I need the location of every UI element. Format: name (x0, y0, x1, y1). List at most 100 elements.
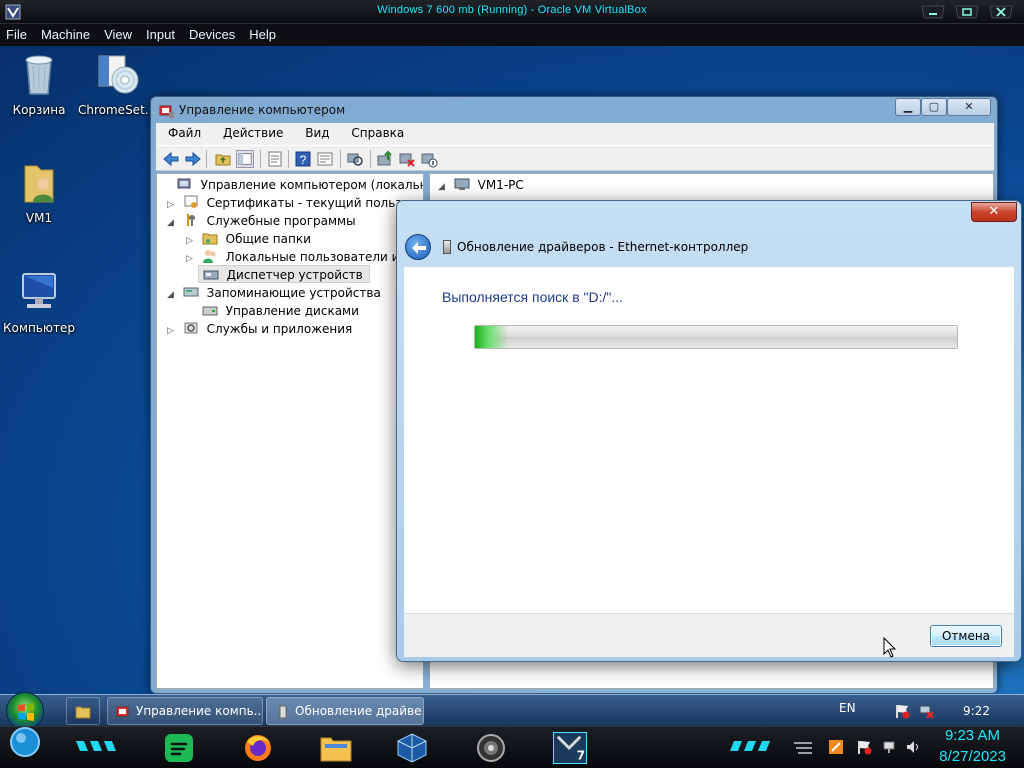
tree-item-device-manager[interactable]: Диспетчер устройств (198, 265, 370, 283)
file-explorer-icon[interactable] (319, 732, 353, 764)
tree-expander[interactable]: ▷ (186, 254, 198, 264)
tray-flag-icon[interactable] (856, 739, 872, 755)
certificate-icon (184, 195, 198, 208)
dialog-close-button[interactable]: ✕ (971, 202, 1017, 222)
dialog-body: Выполняется поиск в "D:/"... (404, 267, 1014, 613)
host-menu-view[interactable]: View (100, 24, 136, 46)
driver-update-dialog: ✕ Обновление драйверов - Ethernet-контро… (396, 200, 1022, 662)
host-maximize-icon[interactable] (952, 4, 982, 20)
taskbar-task-label: Управление компь... (136, 704, 263, 718)
computer-icon (454, 178, 470, 190)
tree-expander[interactable]: ▷ (167, 326, 179, 336)
export-list-icon[interactable] (316, 150, 334, 168)
tray-app-orange-icon[interactable] (828, 739, 844, 755)
search-progress-bar (474, 325, 958, 349)
tree-item-system-tools[interactable]: ◢ Служебные программы (167, 212, 356, 230)
host-menu-machine[interactable]: Machine (37, 24, 94, 46)
tree-item-storage[interactable]: ◢ Запоминающие устройства (167, 284, 381, 302)
host-clock-date[interactable]: 8/27/2023 (939, 748, 1006, 765)
tree-expander[interactable]: ▷ (186, 236, 198, 246)
firefox-icon[interactable] (241, 732, 275, 764)
back-arrow-icon (412, 242, 426, 254)
tree-expander[interactable]: ◢ (167, 218, 179, 228)
desktop-icon-vm1[interactable]: VM1 (0, 158, 78, 225)
device-tree-root[interactable]: ◢ VM1-PC (438, 176, 524, 194)
system-monitor-icon[interactable] (474, 732, 508, 764)
tray-network-icon[interactable] (882, 739, 898, 755)
tree-expander[interactable]: ▷ (167, 200, 179, 210)
minimize-icon: ▁ (903, 100, 913, 113)
windows7-vm-icon[interactable]: 7 (553, 732, 587, 764)
tray-clock[interactable]: 9:22 (963, 704, 990, 718)
search-status-text: Выполняется поиск в "D:/"... (442, 289, 624, 305)
tray-volume-icon[interactable] (905, 739, 921, 755)
tree-item-computer-management-root[interactable]: Управление компьютером (локальным) (161, 176, 423, 194)
menubar: Файл Действие Вид Справка (156, 123, 994, 145)
tree-item-label: Сертификаты - текущий пользователь (206, 196, 423, 210)
menu-help[interactable]: Справка (339, 123, 410, 140)
folder-icon (75, 706, 91, 719)
back-button[interactable] (405, 234, 431, 260)
tree-expander[interactable]: ◢ (438, 182, 450, 192)
tree-item-services-apps[interactable]: ▷ Службы и приложения (167, 320, 352, 338)
close-button[interactable]: ✕ (947, 98, 991, 116)
storage-icon (183, 287, 199, 297)
host-menu-help[interactable]: Help (245, 24, 280, 46)
host-close-icon[interactable] (986, 4, 1016, 20)
console-tree: Управление компьютером (локальным) ▷ Сер… (156, 173, 424, 689)
taskbar-task-driver-update[interactable]: Обновление драйве... (266, 697, 424, 725)
desktop-icon-computer[interactable]: Компьютер (0, 268, 78, 335)
host-dock: 7 9:23 AM 8/27/2023 (0, 726, 1024, 768)
action-center-flag-icon[interactable] (894, 703, 910, 719)
network-disconnected-icon[interactable] (918, 703, 934, 719)
menu-file[interactable]: Файл (156, 123, 207, 140)
host-minimize-icon[interactable] (918, 4, 948, 20)
user-folder-icon (24, 165, 54, 203)
uninstall-device-icon[interactable] (398, 150, 416, 168)
svg-text:?: ? (300, 153, 307, 167)
update-driver-icon[interactable] (376, 150, 394, 168)
back-arrow-icon[interactable] (162, 150, 180, 168)
tree-item-disk-management[interactable]: Управление дисками (198, 302, 359, 320)
close-icon: ✕ (964, 100, 974, 113)
desktop-icon-recycle-bin[interactable]: Корзина (0, 50, 78, 117)
scan-hardware-icon[interactable] (346, 150, 364, 168)
installer-disc-icon (98, 55, 139, 94)
tree-expander[interactable]: ◢ (167, 290, 179, 300)
desktop-icon-label: Компьютер (3, 321, 75, 335)
tree-item-shared-folders[interactable]: ▷ Общие папки (186, 230, 311, 248)
minimize-button[interactable]: ▁ (895, 98, 921, 116)
cancel-button[interactable]: Отмена (930, 625, 1002, 647)
tray-language-indicator[interactable]: EN (839, 701, 856, 715)
up-folder-icon[interactable] (214, 150, 232, 168)
desktop-icon-chromesetup[interactable]: ChromeSet... (78, 50, 156, 117)
taskbar-task-computer-management[interactable]: Управление компь... (107, 697, 263, 725)
disable-device-icon[interactable] (420, 150, 438, 168)
toolbar-separator (260, 150, 261, 168)
tree-item-label: Запоминающие устройства (206, 286, 381, 300)
forward-arrow-icon[interactable] (184, 150, 202, 168)
toolbar-separator (370, 150, 371, 168)
host-menu-devices[interactable]: Devices (185, 24, 239, 46)
maximize-icon: ▢ (928, 100, 940, 113)
tree-item-certificates[interactable]: ▷ Сертификаты - текущий пользователь (167, 194, 423, 212)
show-hide-tree-icon[interactable] (236, 150, 254, 168)
help-icon[interactable]: ? (294, 150, 312, 168)
host-menu-file[interactable]: File (2, 24, 31, 46)
host-menu-input[interactable]: Input (142, 24, 179, 46)
virtualbox-icon[interactable] (395, 732, 429, 764)
menu-action[interactable]: Действие (211, 123, 289, 140)
svg-text:7: 7 (577, 748, 585, 762)
spotify-icon[interactable] (162, 732, 196, 764)
start-button[interactable] (6, 692, 44, 730)
tree-item-local-users-groups[interactable]: ▷ Локальные пользователи и группы (186, 248, 423, 266)
menu-view[interactable]: Вид (293, 123, 335, 140)
users-group-icon (202, 250, 216, 263)
maximize-button[interactable]: ▢ (921, 98, 947, 116)
progress-bar-fill (475, 326, 509, 348)
taskbar-explorer-button[interactable] (66, 697, 100, 725)
host-clock-time[interactable]: 9:23 AM (945, 727, 1000, 744)
dock-menu-lines-icon[interactable] (792, 741, 814, 755)
guest-desktop: Корзина ChromeSet... VM1 Компьютер Управ… (0, 46, 1024, 694)
properties-icon[interactable] (266, 150, 284, 168)
